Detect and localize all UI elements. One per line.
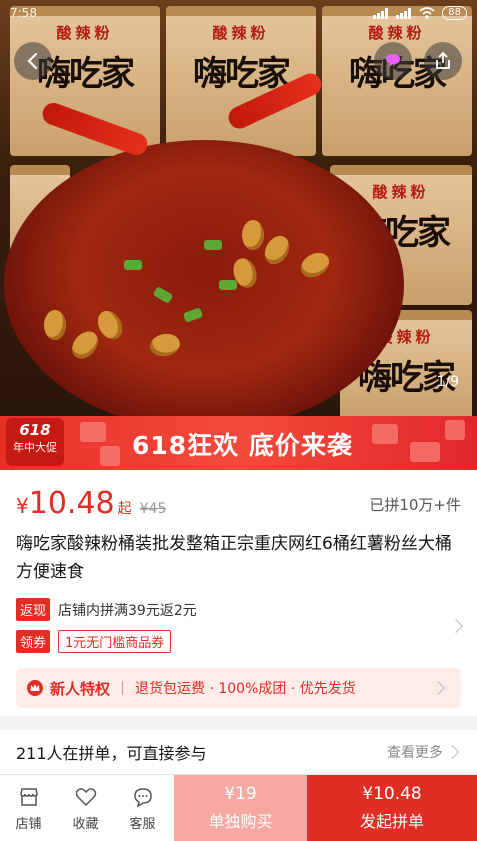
cashback-row[interactable]: 返现 店铺内拼满39元返2元 <box>16 598 461 621</box>
image-counter: 1/9 <box>436 374 459 390</box>
promo-banner[interactable]: 618 年中大促 618狂欢 底价来袭 <box>0 416 477 470</box>
618-badge: 618 年中大促 <box>6 418 64 466</box>
status-time: 7:58 <box>10 6 37 20</box>
crown-icon <box>27 680 43 696</box>
service-button[interactable]: 客服 <box>114 775 171 841</box>
battery-icon: 88 <box>442 6 467 20</box>
start-group-button[interactable]: ¥10.48 发起拼单 <box>307 775 477 841</box>
view-more-link[interactable]: 查看更多 <box>387 742 443 762</box>
favorite-label: 收藏 <box>72 816 99 832</box>
shop-label: 店铺 <box>15 816 42 832</box>
back-button[interactable] <box>14 42 52 80</box>
group-count-text: 211人在拼单，可直接参与 <box>16 744 207 763</box>
coupon-row[interactable]: 领券 1元无门槛商品券 <box>16 630 172 653</box>
share-button[interactable] <box>424 42 462 80</box>
price-value: 10.48 <box>28 486 115 521</box>
cashback-tag: 返现 <box>16 598 51 621</box>
status-bar: 7:58 88 <box>0 0 477 26</box>
noodle-bowl <box>4 140 404 416</box>
group-price: ¥10.48 <box>362 784 422 804</box>
group-buy-section[interactable]: 211人在拼单，可直接参与 查看更多 <box>0 730 477 774</box>
chevron-right-icon <box>448 618 464 634</box>
new-user-text: 退货包运费 · 100%成团 · 优先发货 <box>135 681 356 697</box>
product-cup: 酸辣粉 嗨吃家 <box>322 6 472 156</box>
wifi-icon <box>419 7 435 19</box>
chat-bubble-icon <box>386 54 400 67</box>
shop-button[interactable]: 店铺 <box>0 775 57 841</box>
bottom-action-bar: 店铺 收藏 客服 ¥19 单独购买 ¥10.48 发起拼单 <box>0 774 477 841</box>
chat-button[interactable] <box>374 42 412 80</box>
product-title: 嗨吃家酸辣粉桶装批发整箱正宗重庆网红6桶红薯粉丝大桶方便速食 <box>16 534 452 582</box>
price-suffix: 起 <box>117 501 132 517</box>
chevron-right-icon <box>444 744 460 760</box>
single-price: ¥19 <box>224 784 257 804</box>
price: ¥ 10.48 起 ¥45 <box>16 486 166 521</box>
buy-alone-button[interactable]: ¥19 单独购买 <box>174 775 307 841</box>
new-user-benefits[interactable]: 新人特权 退货包运费 · 100%成团 · 优先发货 <box>16 668 461 708</box>
sold-count: 已拼10万+件 <box>369 496 461 514</box>
favorite-button[interactable]: 收藏 <box>57 775 114 841</box>
chevron-right-icon <box>430 680 446 696</box>
share-icon <box>436 51 450 69</box>
price-currency: ¥ <box>16 494 29 518</box>
original-price: ¥45 <box>139 501 167 517</box>
badge-sub: 年中大促 <box>13 441 57 454</box>
badge-main: 618 <box>19 421 51 439</box>
coupon-text: 1元无门槛商品券 <box>58 630 172 653</box>
single-label: 单独购买 <box>208 812 273 831</box>
cashback-text: 店铺内拼满39元返2元 <box>58 602 197 619</box>
chat-icon <box>133 787 152 808</box>
chevron-left-icon <box>27 52 38 70</box>
signal-icon <box>373 7 389 19</box>
product-image-carousel[interactable]: 7:58 88 酸辣粉 嗨吃家 酸辣粉 嗨吃家 酸辣粉 嗨吃家 酸辣粉 嗨吃家 … <box>0 0 477 416</box>
coupon-tag: 领券 <box>16 630 51 653</box>
signal-icon-2 <box>396 7 412 19</box>
store-icon <box>19 787 38 806</box>
new-user-label: 新人特权 <box>50 679 111 698</box>
banner-text: 618狂欢 底价来袭 <box>132 431 353 460</box>
heart-icon <box>75 787 96 806</box>
service-label: 客服 <box>129 816 156 832</box>
product-info: ¥ 10.48 起 ¥45 已拼10万+件 嗨吃家酸辣粉桶装批发整箱正宗重庆网红… <box>0 470 477 716</box>
group-label: 发起拼单 <box>359 812 424 831</box>
